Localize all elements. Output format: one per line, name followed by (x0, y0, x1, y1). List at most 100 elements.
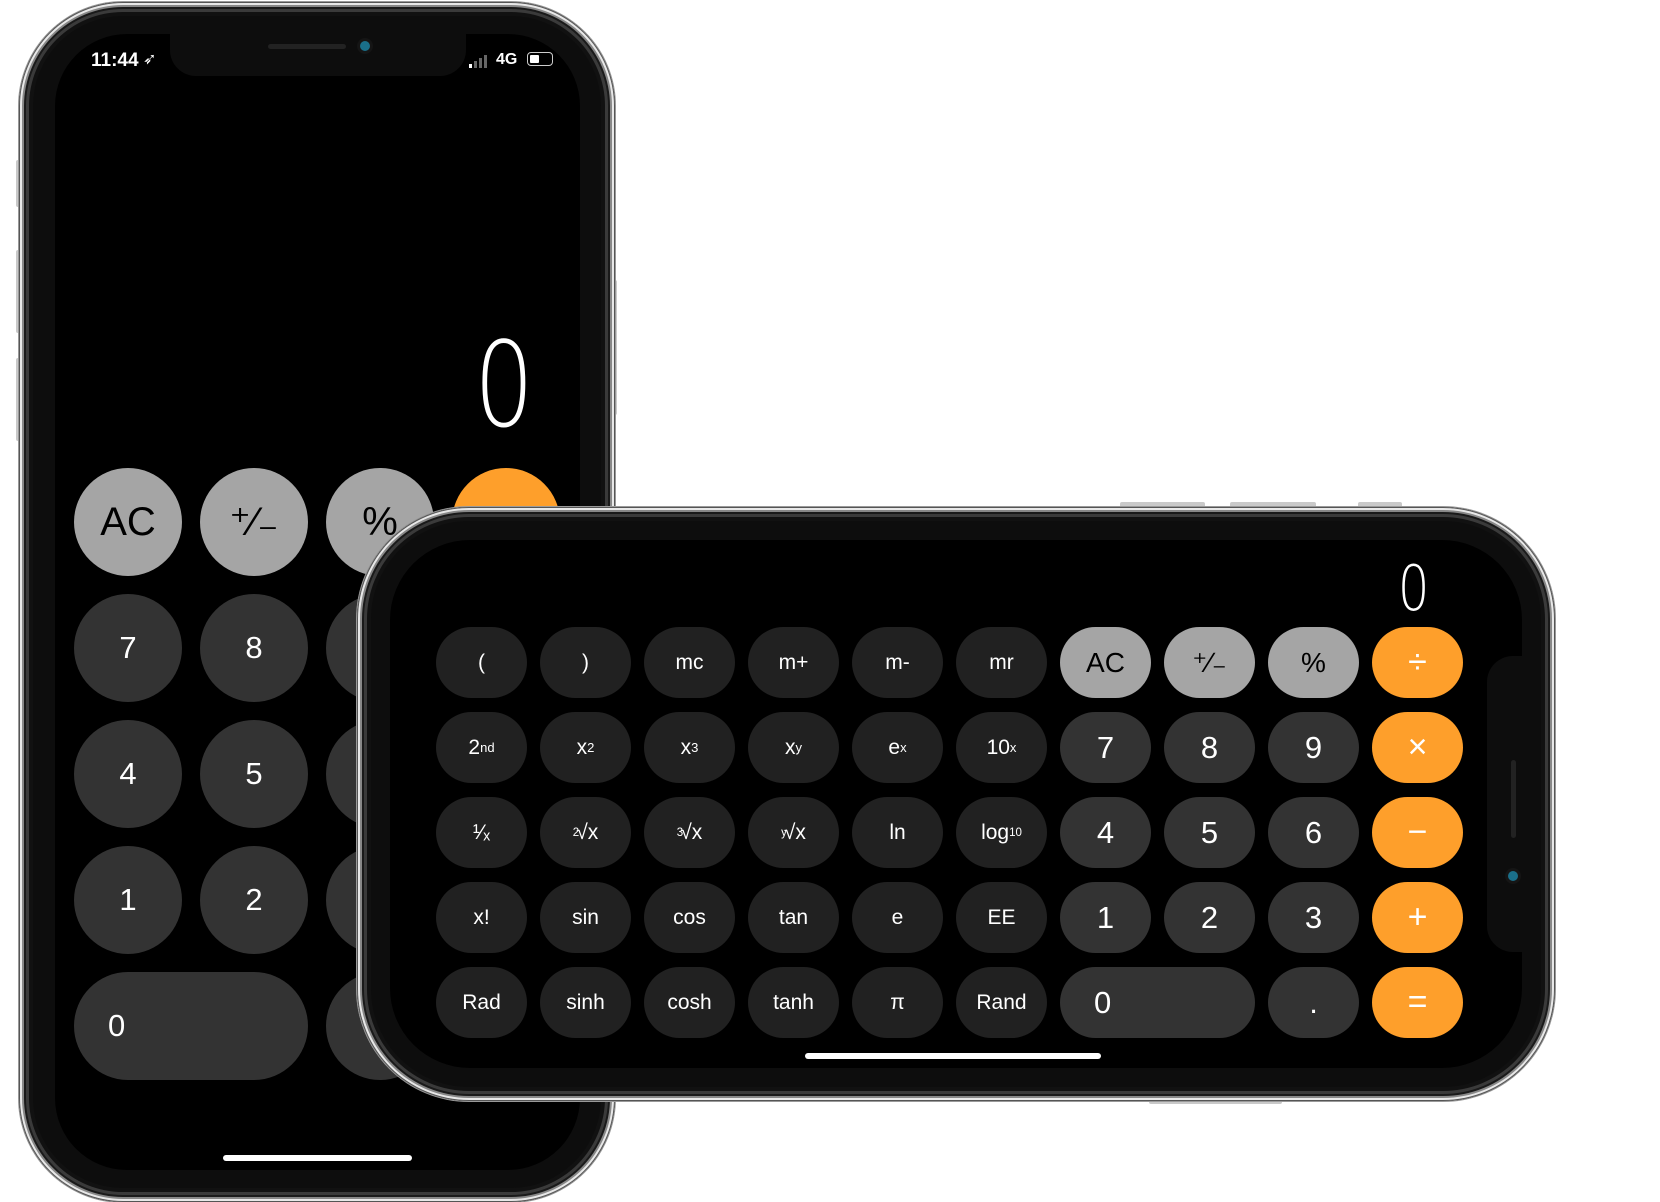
landscape-key-cos[interactable]: cos (644, 882, 735, 953)
key-label: x (680, 735, 692, 759)
portrait-key-ac[interactable]: AC (74, 468, 182, 576)
key-label: √x (680, 820, 703, 844)
landscape-key-1[interactable]: 1 (1060, 882, 1151, 953)
key-label: × (1407, 728, 1428, 766)
landscape-key-symbol[interactable]: % (1268, 627, 1359, 698)
landscape-key-4[interactable]: 4 (1060, 797, 1151, 868)
portrait-home-indicator[interactable] (223, 1155, 412, 1161)
landscape-key-ln[interactable]: ln (852, 797, 943, 868)
landscape-key-xy[interactable]: xy (748, 712, 839, 783)
landscape-key-x[interactable]: x! (436, 882, 527, 953)
landscape-key-x2[interactable]: x2 (540, 712, 631, 783)
key-label: ÷ (1408, 643, 1427, 681)
landscape-home-indicator[interactable] (805, 1053, 1101, 1059)
landscape-key-5[interactable]: 5 (1164, 797, 1255, 868)
landscape-display: 0 (1397, 552, 1429, 625)
key-label: cos (673, 905, 706, 929)
key-label: mr (989, 650, 1014, 674)
landscape-key-symbol[interactable]: − (1372, 797, 1463, 868)
key-label: + (1407, 898, 1428, 936)
landscape-key-m[interactable]: m+ (748, 627, 839, 698)
signal-bars-icon (469, 54, 487, 68)
landscape-key-rad[interactable]: Rad (436, 967, 527, 1038)
key-label: tanh (773, 990, 814, 1014)
landscape-key-ac[interactable]: AC (1060, 627, 1151, 698)
key-label: sinh (566, 990, 605, 1014)
landscape-key-3[interactable]: 3 (1268, 882, 1359, 953)
key-label: 8 (1200, 729, 1219, 765)
landscape-key-tanh[interactable]: tanh (748, 967, 839, 1038)
key-label: ln (889, 820, 906, 844)
key-label: tan (778, 905, 809, 929)
portrait-key-0[interactable]: 0 (74, 972, 308, 1080)
key-label: log (981, 820, 1010, 844)
landscape-key-log10[interactable]: log 10 (956, 797, 1047, 868)
landscape-screen: 0 () mc m+ m-mr AC ⁺∕₋% ÷ 2nd x 2 x 3 x y e x 10 x 7 8 9 × ¹∕ₓ… (390, 540, 1522, 1068)
landscape-key-ee[interactable]: EE (956, 882, 1047, 953)
key-label: e (888, 735, 901, 759)
battery-icon (527, 52, 553, 66)
key-label: 1 (1096, 899, 1115, 935)
landscape-key-sin[interactable]: sin (540, 882, 631, 953)
landscape-key-e[interactable]: e (852, 882, 943, 953)
landscape-key-x3[interactable]: x3 (644, 712, 735, 783)
key-label: sin (572, 905, 599, 929)
landscape-key-symbol[interactable]: ) (540, 627, 631, 698)
landscape-key-mr[interactable]: mr (956, 627, 1047, 698)
landscape-key-symbol[interactable]: π (852, 967, 943, 1038)
landscape-key-symbol[interactable]: . (1268, 967, 1359, 1038)
portrait-key-1[interactable]: 1 (74, 846, 182, 954)
network-label: 4G (496, 51, 518, 68)
portrait-display: 0 (473, 316, 534, 454)
landscape-key-ex[interactable]: ex (852, 712, 943, 783)
landscape-key-2nd[interactable]: 2nd (436, 712, 527, 783)
landscape-key-y-x[interactable]: y √x (748, 797, 839, 868)
portrait-key-8[interactable]: 8 (200, 594, 308, 702)
key-label: 7 (119, 630, 137, 665)
key-label: 7 (1096, 729, 1115, 765)
portrait-key-symbol[interactable]: ⁺∕₋ (200, 468, 308, 576)
landscape-key-2-x[interactable]: 2 √x (540, 797, 631, 868)
key-label: π (890, 990, 905, 1014)
portrait-key-5[interactable]: 5 (200, 720, 308, 828)
landscape-key-symbol[interactable]: = (1372, 967, 1463, 1038)
landscape-key-symbol[interactable]: + (1372, 882, 1463, 953)
location-arrow-icon: ➶ (143, 51, 157, 68)
portrait-key-2[interactable]: 2 (200, 846, 308, 954)
landscape-key-0[interactable]: 0 (1060, 967, 1255, 1038)
key-label: 3 (1304, 899, 1323, 935)
landscape-key-tan[interactable]: tan (748, 882, 839, 953)
key-label: ⁺∕₋ (229, 500, 279, 544)
key-label: e (891, 905, 904, 929)
landscape-key-rand[interactable]: Rand (956, 967, 1047, 1038)
landscape-key-symbol[interactable]: × (1372, 712, 1463, 783)
key-label: 5 (245, 756, 263, 791)
key-label: mc (675, 650, 704, 674)
landscape-key-7[interactable]: 7 (1060, 712, 1151, 783)
key-label: 10 (986, 735, 1010, 759)
key-label: Rad (462, 990, 501, 1014)
landscape-key-6[interactable]: 6 (1268, 797, 1359, 868)
key-label: 1 (119, 882, 137, 917)
landscape-key-symbol[interactable]: ( (436, 627, 527, 698)
portrait-key-7[interactable]: 7 (74, 594, 182, 702)
landscape-key-3-x[interactable]: 3 √x (644, 797, 735, 868)
landscape-key-2[interactable]: 2 (1164, 882, 1255, 953)
key-label: 0 (108, 1008, 126, 1043)
landscape-key-cosh[interactable]: cosh (644, 967, 735, 1038)
key-label: 5 (1200, 814, 1219, 850)
landscape-key-9[interactable]: 9 (1268, 712, 1359, 783)
landscape-key-m[interactable]: m- (852, 627, 943, 698)
portrait-key-4[interactable]: 4 (74, 720, 182, 828)
landscape-key-10x[interactable]: 10 x (956, 712, 1047, 783)
landscape-key-8[interactable]: 8 (1164, 712, 1255, 783)
key-label: ( (478, 650, 485, 674)
landscape-key-symbol[interactable]: ¹∕ₓ (436, 797, 527, 868)
key-label: 8 (245, 630, 263, 665)
key-label: AC (1086, 646, 1125, 678)
landscape-key-sinh[interactable]: sinh (540, 967, 631, 1038)
landscape-key-mc[interactable]: mc (644, 627, 735, 698)
landscape-key-symbol[interactable]: ⁺∕₋ (1164, 627, 1255, 698)
key-label: % (1301, 646, 1326, 678)
landscape-key-symbol[interactable]: ÷ (1372, 627, 1463, 698)
